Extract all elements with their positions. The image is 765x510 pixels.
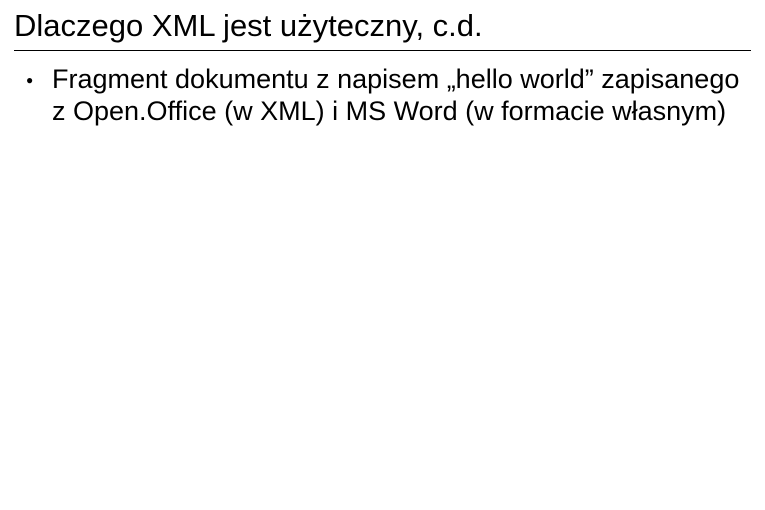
slide-content: Fragment dokumentu z napisem „hello worl… xyxy=(14,63,751,128)
slide-title: Dlaczego XML jest użyteczny, c.d. xyxy=(14,8,751,51)
slide: Dlaczego XML jest użyteczny, c.d. Fragme… xyxy=(0,0,765,510)
bullet-list: Fragment dokumentu z napisem „hello worl… xyxy=(22,63,751,128)
list-item: Fragment dokumentu z napisem „hello worl… xyxy=(22,63,751,128)
